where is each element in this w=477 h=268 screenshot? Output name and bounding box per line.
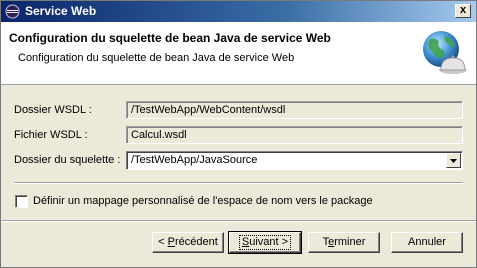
button-bar-divider xyxy=(1,220,476,222)
finish-button[interactable]: Terminer xyxy=(308,232,380,253)
custom-mapping-label[interactable]: Définir un mappage personnalisé de l'esp… xyxy=(33,195,373,207)
next-button[interactable]: Suivant > xyxy=(228,231,302,254)
finish-button-rest: rminer xyxy=(334,236,366,248)
dialog-window: Service Web x Configuration du squelette… xyxy=(0,0,477,268)
globe-service-icon xyxy=(423,31,467,74)
back-button-mnemonic: P xyxy=(167,236,175,248)
wsdl-folder-label: Dossier WSDL : xyxy=(14,104,92,116)
page-title: Configuration du squelette de bean Java … xyxy=(9,31,331,45)
wsdl-folder-field: /TestWebApp/WebContent/wsdl xyxy=(126,101,463,119)
section-divider xyxy=(14,182,463,184)
page-description: Configuration du squelette de bean Java … xyxy=(18,52,295,64)
skeleton-folder-label: Dossier du squelette : xyxy=(14,154,121,166)
skeleton-folder-select[interactable]: /TestWebApp/JavaSource xyxy=(126,151,463,170)
back-button-prefix: < xyxy=(158,236,168,248)
close-button[interactable]: x xyxy=(455,4,471,18)
next-button-focus: Suivant > xyxy=(238,235,292,250)
back-button-rest: récédent xyxy=(175,236,218,248)
next-button-rest: uivant > xyxy=(249,236,289,248)
skeleton-folder-value: /TestWebApp/JavaSource xyxy=(131,154,258,166)
wizard-banner: Configuration du squelette de bean Java … xyxy=(1,22,476,85)
cancel-button[interactable]: Annuler xyxy=(391,232,463,253)
wsdl-file-label: Fichier WSDL : xyxy=(14,129,88,141)
wsdl-file-field: Calcul.wsdl xyxy=(126,126,463,144)
custom-mapping-checkbox[interactable] xyxy=(15,195,28,208)
skeleton-folder-dropdown-button[interactable] xyxy=(446,153,461,168)
title-bar[interactable]: Service Web x xyxy=(1,1,476,22)
close-icon: x xyxy=(459,4,467,16)
chevron-down-icon xyxy=(450,159,457,163)
eclipse-icon xyxy=(5,4,20,19)
window-title: Service Web xyxy=(25,4,97,18)
back-button[interactable]: < Précédent xyxy=(152,232,224,253)
